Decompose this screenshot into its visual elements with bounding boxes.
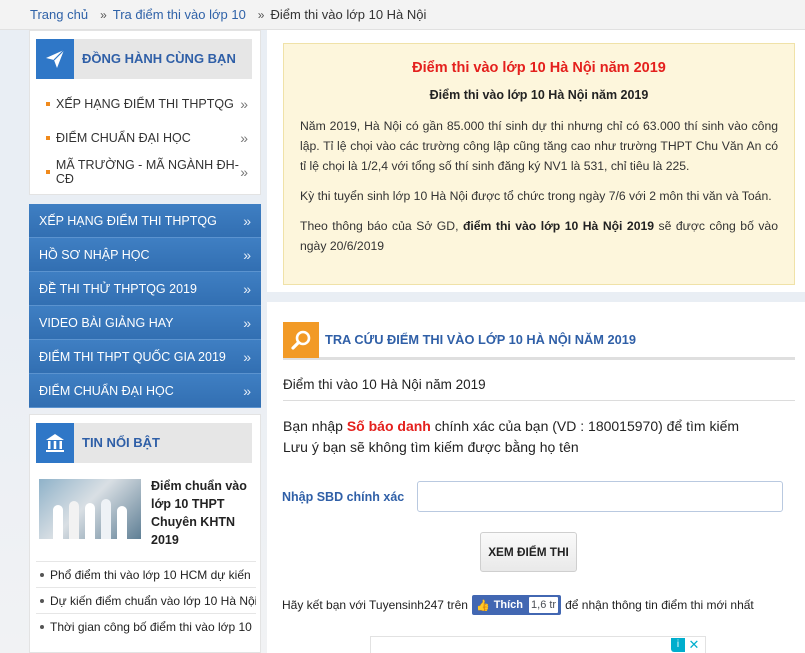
sidebar-item-label: VIDEO BÀI GIẢNG HAY [39,315,174,330]
sbd-label: Nhập SBD chính xác [282,490,405,504]
featured-link[interactable]: Phổ điểm thi vào lớp 10 HCM dự kiến [36,561,256,587]
like-count: 1,6 tr [529,597,559,613]
lookup-header: TRA CỨU ĐIỂM THI VÀO LỚP 10 HÀ NỘI NĂM 2… [283,322,795,360]
featured-link-label: Phổ điểm thi vào lớp 10 HCM dự kiến [50,567,251,582]
sbd-input[interactable] [417,481,783,512]
companion-item-label: XẾP HẠNG ĐIỂM THI THPTQG [56,97,234,111]
featured-link[interactable]: Dự kiến điểm chuẩn vào lớp 10 Hà Nội [36,587,256,613]
companion-list: XẾP HẠNG ĐIỂM THI THPTQG » ĐIỂM CHUẨN ĐẠ… [36,87,252,189]
lookup-instructions: Bạn nhập Số báo danh chính xác của bạn (… [283,416,739,458]
double-chevron-right-icon: » [243,280,251,297]
bullet-icon [40,572,44,577]
companion-item-ranking[interactable]: XẾP HẠNG ĐIỂM THI THPTQG » [36,87,252,121]
companion-header: ĐỒNG HÀNH CÙNG BẠN [36,39,252,79]
paper-plane-icon [36,39,74,79]
double-chevron-right-icon: » [243,314,251,331]
featured-link-label: Dự kiến điểm chuẩn vào lớp 10 Hà Nội [50,593,256,608]
instruction-line: Bạn nhập Số báo danh chính xác của bạn (… [283,416,739,437]
social-text: để nhận thông tin điểm thi mới nhất [565,598,754,612]
lookup-section: TRA CỨU ĐIỂM THI VÀO LỚP 10 HÀ NỘI NĂM 2… [267,302,805,653]
sidebar-item-label: ĐIỂM THI THPT QUỐC GIA 2019 [39,349,226,364]
featured-headline-link[interactable]: Điểm chuẩn vào lớp 10 THPT Chuyên KHTN 2… [151,477,255,549]
instruction-text: Bạn nhập [283,418,347,434]
bullet-icon [40,598,44,603]
double-chevron-right-icon: » [243,212,251,229]
notice-subtitle: Điểm thi vào lớp 10 Hà Nội năm 2019 [429,88,649,102]
breadcrumb-lookup-link[interactable]: Tra điểm thi vào lớp 10 [113,7,246,22]
featured-links: Phổ điểm thi vào lớp 10 HCM dự kiến Dự k… [36,561,256,639]
divider [283,400,795,401]
breadcrumb-home-link[interactable]: Trang chủ [30,7,88,22]
instruction-note: Lưu ý bạn sẽ không tìm kiếm được bằng họ… [283,439,579,455]
bullet-icon [40,624,44,629]
thumbs-up-icon: 👍 [475,599,490,612]
companion-item-school-codes[interactable]: MÃ TRƯỜNG - MÃ NGÀNH ĐH-CĐ » [36,155,252,189]
notice-title: Điểm thi vào lớp 10 Hà Nội năm 2019 [412,60,666,76]
sidebar-item-label: ĐIỂM CHUẨN ĐẠI HỌC [39,383,174,398]
sidebar-item-video-lessons[interactable]: VIDEO BÀI GIẢNG HAY » [29,306,261,340]
facebook-like-button[interactable]: 👍 Thích 1,6 tr [471,595,562,615]
sidebar-item-label: XẾP HẠNG ĐIỂM THI THPTQG [39,213,217,228]
featured-box: TIN NỔI BẬT Điểm chuẩn vào lớp 10 THPT C… [29,414,261,653]
ad-banner[interactable]: i ✕ [370,636,706,653]
breadcrumb-separator-icon: » [257,7,265,22]
ad-info-icon[interactable]: i [671,638,685,652]
companion-box: ĐỒNG HÀNH CÙNG BẠN XẾP HẠNG ĐIỂM THI THP… [29,30,261,195]
notice-bold-text: điểm thi vào lớp 10 Hà Nội 2019 [462,219,655,233]
double-chevron-right-icon: » [243,348,251,365]
sidebar-item-mock-exam[interactable]: ĐỀ THI THỬ THPTQG 2019 » [29,272,261,306]
double-chevron-right-icon: » [243,382,251,399]
notice-box: Điểm thi vào lớp 10 Hà Nội năm 2019 Điểm… [283,43,795,285]
featured-thumbnail[interactable] [39,479,141,539]
magnifier-icon [283,322,319,358]
companion-title: ĐỒNG HÀNH CÙNG BẠN [82,51,236,66]
bullet-icon [46,102,50,106]
companion-item-label: MÃ TRƯỜNG - MÃ NGÀNH ĐH-CĐ [55,158,239,186]
instruction-text: chính xác của bạn (VD : 180015970) để tì… [430,418,740,434]
featured-header: TIN NỔI BẬT [36,423,252,463]
close-icon[interactable]: ✕ [687,638,701,652]
lookup-title: TRA CỨU ĐIỂM THI VÀO LỚP 10 HÀ NỘI NĂM 2… [325,332,636,347]
companion-item-label: ĐIỂM CHUẨN ĐẠI HỌC [56,131,191,145]
breadcrumb-current: Điểm thi vào lớp 10 Hà Nội [270,7,427,22]
featured-link-label: Thời gian công bố điểm thi vào lớp 10 [50,619,252,634]
lookup-subtitle: Điểm thi vào 10 Hà Nội năm 2019 [283,377,486,392]
sidebar-item-university-benchmark[interactable]: ĐIỂM CHUẨN ĐẠI HỌC » [29,374,261,408]
bullet-icon [46,170,50,174]
social-row: Hãy kết bạn với Tuyensinh247 trên 👍 Thíc… [282,595,754,615]
double-chevron-right-icon: » [240,96,248,112]
view-scores-button[interactable]: XEM ĐIỂM THI [480,532,577,572]
breadcrumb-separator-icon: » [100,7,107,22]
like-label: Thích [493,599,524,611]
notice-paragraph: Kỳ thi tuyển sinh lớp 10 Hà Nội được tổ … [300,189,772,203]
sidebar-item-label: HỒ SƠ NHẬP HỌC [39,247,150,262]
sidebar-item-admission-docs[interactable]: HỒ SƠ NHẬP HỌC » [29,238,261,272]
sidebar-item-national-exam-scores[interactable]: ĐIỂM THI THPT QUỐC GIA 2019 » [29,340,261,374]
sidebar-blue-menu: XẾP HẠNG ĐIỂM THI THPTQG » HỒ SƠ NHẬP HỌ… [29,204,261,408]
double-chevron-right-icon: » [240,164,248,180]
sidebar-item-ranking[interactable]: XẾP HẠNG ĐIỂM THI THPTQG » [29,204,261,238]
social-text: Hãy kết bạn với Tuyensinh247 trên [282,598,468,612]
companion-item-benchmark[interactable]: ĐIỂM CHUẨN ĐẠI HỌC » [36,121,252,155]
double-chevron-right-icon: » [243,246,251,263]
instruction-highlight: Số báo danh [346,418,431,434]
institution-icon [36,423,74,463]
notice-paragraph: Theo thông báo của Sở GD, điểm thi vào l… [300,216,778,256]
notice-text: Theo thông báo của Sở GD, [300,219,463,233]
breadcrumb: Trang chủ » Tra điểm thi vào lớp 10 » Đi… [0,0,805,30]
sidebar-item-label: ĐỀ THI THỬ THPTQG 2019 [39,281,197,296]
notice-paragraph: Năm 2019, Hà Nội có gần 85.000 thí sinh … [300,119,778,173]
double-chevron-right-icon: » [240,130,248,146]
notice-section: Điểm thi vào lớp 10 Hà Nội năm 2019 Điểm… [267,30,805,292]
featured-title: TIN NỔI BẬT [82,435,160,450]
bullet-icon [46,136,50,140]
featured-link[interactable]: Thời gian công bố điểm thi vào lớp 10 [36,613,256,639]
